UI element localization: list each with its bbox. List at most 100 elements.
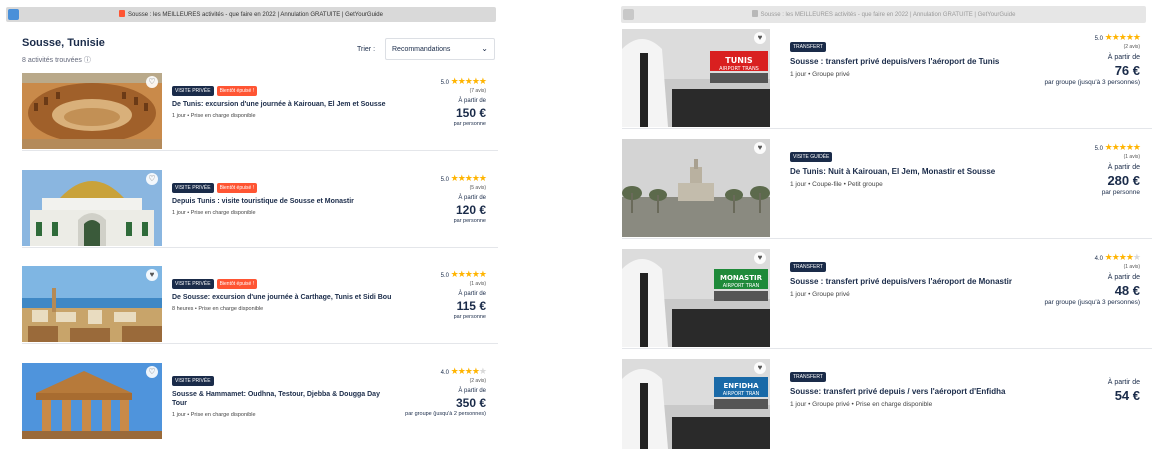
rating: 5.0 ★★★★★ (1000, 32, 1141, 43)
price-from-label: À partir de (458, 291, 486, 297)
price: 280 € (1107, 173, 1140, 188)
price: 150 € (455, 106, 486, 120)
activity-title[interactable]: Sousse: transfert privé depuis / vers l'… (790, 386, 1030, 397)
rating: 5.0 ★★★★★ (346, 173, 487, 184)
chevron-down-icon: ⌄ (481, 44, 488, 53)
activity-photo-coastal-town[interactable]: ♥ (22, 266, 162, 342)
price: 76 € (1114, 63, 1140, 78)
favorite-heart-icon[interactable]: ♥ (754, 252, 766, 264)
price-unit: par groupe (jusqu'à 3 personnes) (1044, 299, 1140, 306)
price-unit: par personne (1101, 189, 1140, 196)
location-title: Sousse, Tunisie (22, 37, 105, 49)
sign-text: ENFIDHA (723, 382, 759, 390)
price: 120 € (455, 203, 486, 217)
activity-card[interactable]: MONASTIR AIRPORT TRAN ♥ TRANSFERT Sousse … (622, 249, 1152, 349)
rating-value: 4.0 (440, 370, 449, 376)
rating: 4.0 ★★★★★ (346, 366, 487, 377)
badge-private: VISITE PRIVÉE (172, 86, 214, 96)
rating-value: 5.0 (1094, 36, 1103, 42)
review-count: (2 avis) (1123, 44, 1140, 50)
rating: 4.0 ★★★★★ (1000, 252, 1141, 263)
badge-selling-out: Bientôt épuisé ! (216, 183, 258, 193)
activity-card[interactable]: ♡ VISITE PRIVÉE Sousse & Hammamet: Oudhn… (22, 363, 498, 441)
rating-value: 5.0 (1094, 146, 1103, 152)
rating-value: 5.0 (440, 273, 449, 279)
activity-count: 8 activités trouvées ⓘ (22, 57, 91, 64)
activity-meta: 1 jour • Coupe-file • Petit groupe (790, 181, 883, 188)
activity-title[interactable]: Sousse : transfert privé depuis/vers l'a… (790, 276, 1030, 287)
activity-photo-driver-monastir[interactable]: MONASTIR AIRPORT TRAN ♥ (622, 249, 770, 347)
favorite-heart-icon[interactable]: ♥ (754, 362, 766, 374)
badge-transfer: TRANSFERT (790, 372, 826, 382)
rating: 5.0 ★★★★★ (346, 76, 487, 87)
activity-card[interactable]: ♡ VISITE PRIVÉE Bientôt épuisé ! De Tunis… (22, 73, 498, 151)
rating-value: 5.0 (440, 80, 449, 86)
rating-value: 4.0 (1094, 256, 1103, 262)
badge-selling-out: Bientôt épuisé ! (216, 86, 258, 96)
sort-dropdown[interactable]: Recommandations ⌄ (385, 38, 495, 60)
sign-subtext: AIRPORT TRAN (723, 391, 760, 397)
activity-card[interactable]: ♥ VISITE PRIVÉE Bientôt épuisé ! De Souss… (22, 266, 498, 344)
price-from-label: À partir de (458, 98, 486, 104)
title-bar: Sousse : les MEILLEURES activités - que … (621, 6, 1146, 23)
activity-photo-roman-temple[interactable]: ♡ (22, 363, 162, 439)
activity-card[interactable]: ♡ VISITE PRIVÉE Bientôt épuisé ! Depuis T… (22, 170, 498, 248)
price-unit: par personne (453, 314, 486, 320)
sort-label: Trier : (357, 46, 376, 53)
star-rating-icon: ★★★★★ (1104, 252, 1141, 262)
activity-photo-mausoleum[interactable]: ♡ (22, 170, 162, 246)
activity-photo-driver-tunis[interactable]: TUNIS AIRPORT TRANS ♥ (622, 29, 770, 127)
star-rating-icon: ★★★★★ (1104, 32, 1141, 42)
title-bar: Sousse : les MEILLEURES activités - que … (6, 7, 496, 22)
review-count: (2 avis) (469, 378, 486, 384)
price-from-label: À partir de (458, 195, 486, 201)
price-unit: par groupe (jusqu'à 2 personnes) (405, 411, 486, 417)
sign-text: TUNIS (725, 56, 753, 65)
activity-card[interactable]: ♥ VISITE GUIDÉE De Tunis: Nuit à Kairoua… (622, 139, 1152, 239)
sign-subtext: AIRPORT TRAN (723, 283, 760, 289)
activity-photo-boulevard[interactable]: ♥ (622, 139, 770, 237)
favicon-icon (751, 10, 758, 17)
favorite-heart-icon[interactable]: ♡ (146, 366, 158, 378)
badge-transfer: TRANSFERT (790, 42, 826, 52)
star-rating-icon: ★★★★★ (450, 269, 487, 279)
activity-title[interactable]: Sousse : transfert privé depuis/vers l'a… (790, 56, 1030, 67)
sign-text: MONASTIR (720, 274, 763, 282)
review-count: (7 avis) (469, 88, 486, 94)
window-title: Sousse : les MEILLEURES activités - que … (128, 12, 383, 18)
window-title: Sousse : les MEILLEURES activités - que … (760, 12, 1016, 18)
activity-photo-driver-enfidha[interactable]: ENFIDHA AIRPORT TRAN ♥ (622, 359, 770, 449)
rating: 5.0 ★★★★★ (1000, 142, 1141, 153)
review-count: (1 avis) (1123, 154, 1140, 160)
activity-card[interactable]: TUNIS AIRPORT TRANS ♥ TRANSFERT Sousse : … (622, 29, 1152, 129)
review-count: (1 avis) (469, 281, 486, 287)
price-from-label: À partir de (1107, 54, 1140, 61)
activity-photo-colosseum[interactable]: ♡ (22, 73, 162, 149)
price: 115 € (456, 299, 486, 313)
sign-subtext: AIRPORT TRANS (719, 66, 759, 72)
rating-value: 5.0 (440, 177, 449, 183)
favicon-icon (119, 10, 126, 17)
price: 54 € (1114, 388, 1140, 403)
price-unit: par groupe (jusqu'à 3 personnes) (1044, 79, 1140, 86)
favorite-heart-icon[interactable]: ♡ (146, 173, 158, 185)
badge-guided: VISITE GUIDÉE (790, 152, 833, 162)
price-from-label: À partir de (1107, 274, 1140, 281)
rating: 5.0 ★★★★★ (346, 269, 487, 280)
price-unit: par personne (453, 121, 486, 127)
activity-meta: 1 jour • Groupe privé (790, 291, 850, 298)
badge-selling-out: Bientôt épuisé ! (216, 279, 258, 289)
price: 350 € (455, 396, 486, 410)
review-count: (1 avis) (1123, 264, 1140, 270)
price-from-label: À partir de (1107, 379, 1140, 386)
favorite-heart-icon[interactable]: ♥ (754, 142, 766, 154)
favorite-heart-icon[interactable]: ♥ (754, 32, 766, 44)
favorite-heart-icon[interactable]: ♡ (146, 76, 158, 88)
badge-private: VISITE PRIVÉE (172, 183, 214, 193)
review-count: (5 avis) (469, 185, 486, 191)
favorite-heart-icon[interactable]: ♥ (146, 269, 158, 281)
sort-value: Recommandations (392, 46, 451, 53)
activity-title[interactable]: De Tunis: Nuit à Kairouan, El Jem, Monas… (790, 166, 1030, 177)
activity-card[interactable]: ENFIDHA AIRPORT TRAN ♥ TRANSFERT Sousse: … (622, 359, 1152, 449)
activity-meta: 1 jour • Groupe privé • Prise en charge … (790, 401, 933, 408)
